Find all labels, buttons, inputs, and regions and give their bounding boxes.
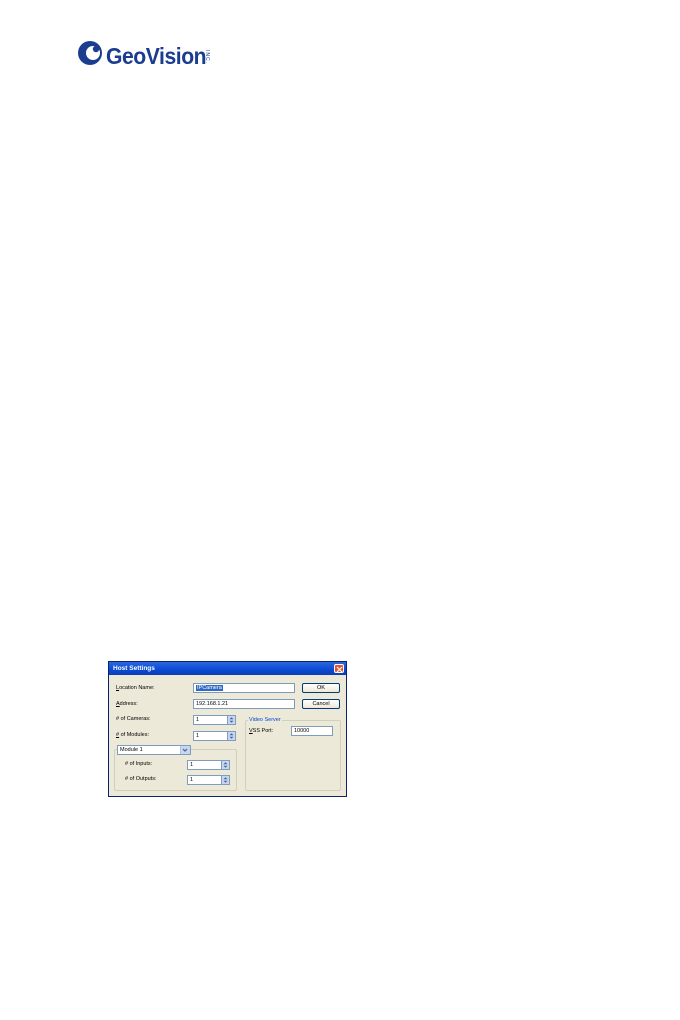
dialog-titlebar[interactable]: Host Settings <box>109 662 346 675</box>
video-server-title: Video Server <box>248 717 282 723</box>
vss-port-label: VSS Port: <box>249 728 274 734</box>
logo-brand-text: GeoVision <box>106 43 207 69</box>
cameras-spin-buttons[interactable] <box>227 715 236 725</box>
inputs-value[interactable]: 1 <box>187 760 222 770</box>
close-button[interactable] <box>334 664 344 673</box>
inputs-spin-buttons[interactable] <box>221 760 230 770</box>
cameras-value[interactable]: 1 <box>193 715 228 725</box>
cameras-label: # of Cameras: <box>116 716 151 722</box>
dialog-title: Host Settings <box>113 665 155 672</box>
ok-button[interactable]: OK <box>302 683 340 693</box>
location-name-label: Location Name: <box>116 685 155 691</box>
location-name-input[interactable]: IPCamera <box>193 683 295 693</box>
vss-port-input[interactable]: 10000 <box>291 726 333 736</box>
geovision-logo: GeoVision INC. <box>76 38 226 78</box>
inputs-label: # of Inputs: <box>125 761 153 767</box>
outputs-label: # of Outputs: <box>125 776 157 782</box>
outputs-value[interactable]: 1 <box>187 775 222 785</box>
inputs-stepper[interactable]: 1 <box>187 760 231 770</box>
cameras-stepper[interactable]: 1 <box>193 715 237 725</box>
close-icon <box>336 666 343 672</box>
modules-value[interactable]: 1 <box>193 731 228 741</box>
chevron-down-icon <box>182 748 188 752</box>
host-settings-dialog: Host Settings Location Name: IPCamera Ad… <box>108 661 347 797</box>
modules-stepper[interactable]: 1 <box>193 731 237 741</box>
address-input[interactable]: 192.168.1.21 <box>193 699 295 709</box>
spin-updown-icon <box>229 717 234 723</box>
module-dropdown-button[interactable] <box>180 746 190 754</box>
modules-spin-buttons[interactable] <box>227 731 236 741</box>
cancel-button[interactable]: Cancel <box>302 699 340 709</box>
geovision-logo-icon <box>78 41 102 65</box>
spin-updown-icon <box>223 777 228 783</box>
spin-updown-icon <box>223 762 228 768</box>
spin-updown-icon <box>229 733 234 739</box>
logo-suffix-text: INC. <box>204 50 210 64</box>
address-label: Address: <box>116 701 138 707</box>
module-select[interactable]: Module 1 <box>117 745 191 755</box>
modules-label: # of Modules: <box>116 732 150 738</box>
outputs-stepper[interactable]: 1 <box>187 775 231 785</box>
module-select-value: Module 1 <box>120 747 143 753</box>
outputs-spin-buttons[interactable] <box>221 775 230 785</box>
